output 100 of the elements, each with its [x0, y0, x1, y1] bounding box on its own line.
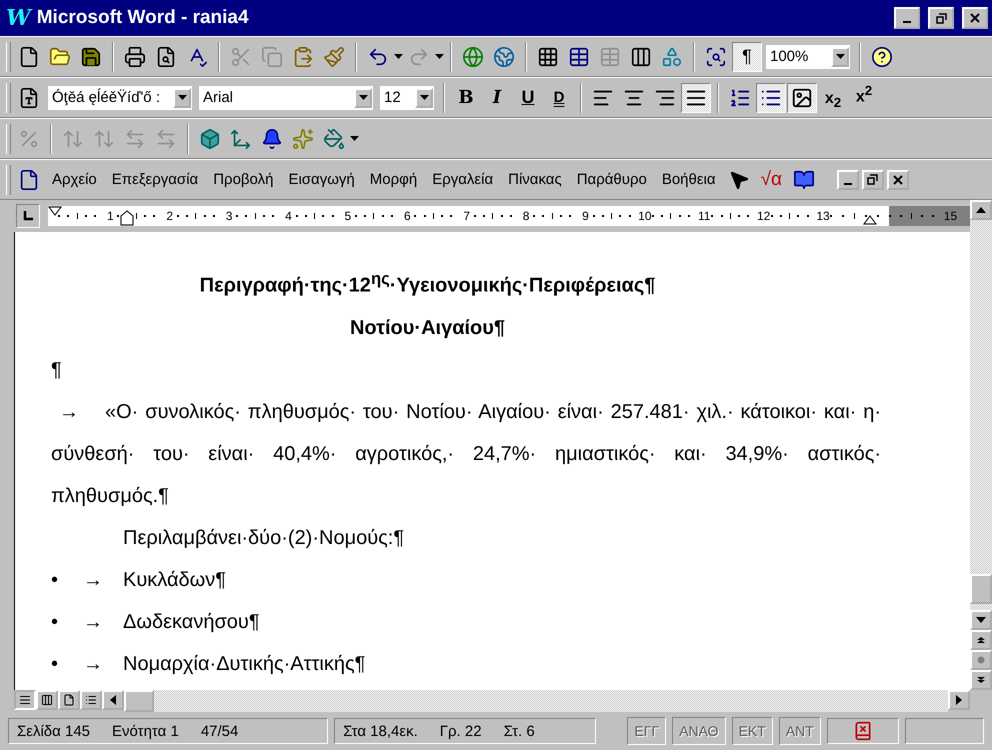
left-arrow-icon: [110, 695, 116, 705]
caret-icon[interactable]: [420, 95, 428, 100]
ruler-number: 1: [106, 209, 115, 223]
normal-view-button[interactable]: [14, 690, 36, 710]
menu-item[interactable]: Βοήθεια: [654, 171, 723, 188]
app-logo: W: [6, 5, 31, 31]
tab-stop-selector[interactable]: [16, 204, 40, 228]
indent-marker[interactable]: [120, 210, 134, 226]
bold-button[interactable]: B: [451, 82, 481, 112]
style-dropdown[interactable]: Óţěá ęĺéěŸíď'ő :: [48, 86, 192, 110]
minimize-button[interactable]: [894, 7, 920, 29]
table-icon[interactable]: [568, 46, 590, 68]
outline-view-button[interactable]: [80, 690, 102, 710]
scroll-right-button[interactable]: [948, 690, 970, 710]
scroll-down-button[interactable]: [970, 610, 992, 630]
zoom-dropdown[interactable]: 100%: [766, 44, 850, 68]
next-page-button[interactable]: [970, 670, 992, 690]
scroll-thumb[interactable]: [124, 690, 154, 712]
caret-icon[interactable]: [394, 54, 403, 59]
browse-object-button[interactable]: [970, 650, 992, 670]
menu-item[interactable]: Πίνακας: [501, 171, 569, 188]
menu-item[interactable]: Επεξεργασία: [104, 171, 206, 188]
scroll-track[interactable]: [970, 604, 992, 610]
close-icon: [970, 13, 980, 23]
menu-item[interactable]: Εισαγωγή: [281, 171, 362, 188]
ruler-number: 2: [165, 209, 174, 223]
page-view-button[interactable]: [58, 690, 80, 710]
blank-page-icon[interactable]: [18, 46, 40, 68]
shapes-icon[interactable]: [661, 46, 683, 68]
font-dropdown[interactable]: Arial: [199, 86, 373, 110]
caret-icon[interactable]: [350, 136, 359, 141]
caret-icon[interactable]: [435, 54, 444, 59]
body-paragraph: → «Ο· συνολικός· πληθυσμός· του· Νοτίου· Αιγαίου· είναι· 257.481· χιλ.· κάτοικοι· και· η· σύνθεσή· του· είναι· 40,4%· αγροτικός,· 24,7%· ημιαστικός· και· 34,9%· αστικός· πληθυσμός.¶: [51, 400, 881, 509]
indent-marker[interactable]: [48, 206, 62, 216]
previous-page-button[interactable]: [970, 630, 992, 650]
scroll-thumb[interactable]: [970, 574, 992, 604]
align-justify-button[interactable]: [681, 82, 711, 112]
page-magnifier-icon[interactable]: [155, 46, 177, 68]
columns-icon[interactable]: [630, 46, 652, 68]
cube-icon[interactable]: [199, 128, 221, 150]
ruler-number: 6: [402, 209, 412, 223]
book-icon[interactable]: [792, 168, 815, 190]
ruler-number: 9: [581, 209, 590, 223]
italic-button[interactable]: I: [482, 82, 512, 112]
bulleted-list-button[interactable]: [756, 82, 786, 112]
equation-button[interactable]: √α: [754, 168, 788, 190]
folder-icon[interactable]: [49, 46, 71, 68]
bell-icon[interactable]: [261, 128, 283, 150]
caret-icon[interactable]: [836, 54, 844, 59]
tab-stop-icon: [23, 211, 33, 221]
indent-marker[interactable]: [863, 215, 877, 225]
globe-icon[interactable]: [493, 46, 515, 68]
caret-icon[interactable]: [178, 95, 186, 100]
menu-item[interactable]: Εργαλεία: [425, 171, 500, 188]
bullet: •: [51, 568, 60, 593]
ruler-number: 13: [816, 209, 830, 223]
subscript-button[interactable]: x$_{2}$: [818, 82, 848, 112]
body-text: Περιλαμβάνει·δύο·(2)·Νομούς:¶: [123, 526, 404, 549]
help-icon[interactable]: [871, 46, 893, 68]
globe-icon[interactable]: [462, 46, 484, 68]
circle-icon: [977, 656, 985, 664]
web-view-button[interactable]: [36, 690, 58, 710]
tab-arrow: →: [83, 652, 104, 677]
list-item-text: Δωδεκανήσου¶: [123, 610, 260, 635]
close-button[interactable]: [962, 7, 988, 29]
caret-icon[interactable]: [358, 95, 368, 100]
close-icon: [892, 174, 903, 184]
printer-icon[interactable]: [124, 46, 146, 68]
paintbrush-icon[interactable]: [323, 46, 345, 68]
status-text: Γρ. 22: [440, 722, 482, 740]
down-arrow-icon: [976, 617, 986, 623]
show-marks-button[interactable]: ¶: [732, 42, 762, 72]
paragraph-mark: ¶: [51, 358, 62, 381]
paint-bucket-icon[interactable]: [323, 128, 345, 150]
status-text: Σελίδα 145: [17, 722, 90, 740]
close-button[interactable]: [886, 170, 909, 190]
menu-item[interactable]: Προβολή: [206, 171, 280, 188]
scroll-up-button[interactable]: [970, 200, 992, 220]
menu-item[interactable]: Παράθυρο: [570, 171, 654, 188]
document-icon[interactable]: [18, 168, 40, 190]
picture-frame-button[interactable]: [787, 82, 817, 112]
underline-button[interactable]: U: [513, 82, 543, 112]
clipboard-icon[interactable]: [292, 46, 314, 68]
ruler-number: 8: [522, 209, 530, 223]
picture-frame-icon: [791, 86, 813, 108]
menu-item[interactable]: Αρχείο: [45, 171, 104, 188]
ruler-number: 4: [284, 209, 293, 223]
menu-item[interactable]: Μορφή: [362, 171, 424, 188]
spelling-status-icon[interactable]: [852, 721, 873, 741]
restore-button[interactable]: [928, 7, 954, 29]
double-underline-button[interactable]: D: [544, 82, 574, 112]
scroll-left-button[interactable]: [102, 690, 124, 710]
document-map-icon[interactable]: [705, 46, 727, 68]
style-icon[interactable]: [18, 86, 40, 108]
minimize-button[interactable]: [836, 170, 859, 190]
font-size-dropdown[interactable]: 12: [380, 86, 434, 110]
status-text: Ενότητα 1: [112, 722, 179, 740]
restore-button[interactable]: [862, 170, 884, 190]
superscript-button[interactable]: x$^{2}$: [849, 82, 879, 112]
cube-axes-icon[interactable]: [230, 128, 252, 150]
